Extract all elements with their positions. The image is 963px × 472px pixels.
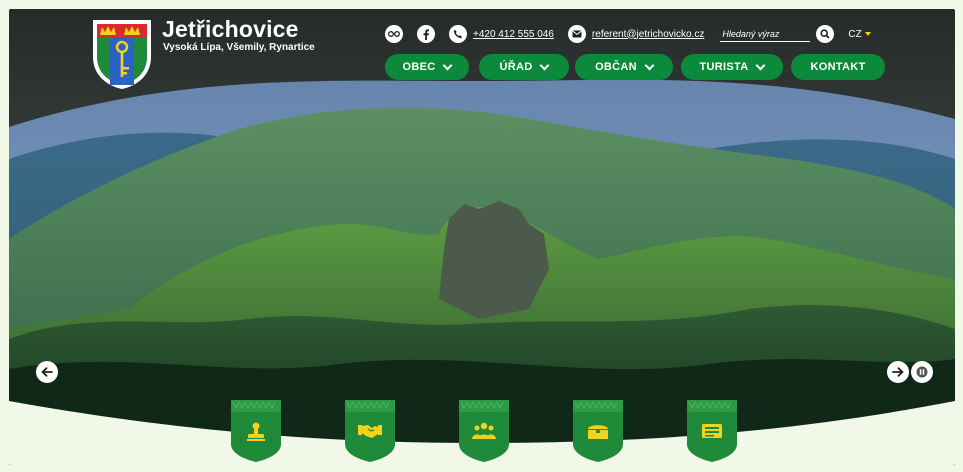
top-utility-bar: +420 412 555 046 referent@jetrichovicko.… xyxy=(385,23,871,45)
main-navigation: OBEC ÚŘAD OBČAN TURISTA KONTAKT xyxy=(385,54,891,80)
slider-next-button[interactable] xyxy=(887,361,909,383)
search-input[interactable] xyxy=(720,26,811,42)
pause-icon xyxy=(916,366,928,378)
handshake-icon xyxy=(358,425,382,438)
chevron-down-icon xyxy=(644,60,655,70)
nav-item-urad[interactable]: ÚŘAD xyxy=(479,54,569,80)
chevron-down-icon xyxy=(756,60,766,70)
quick-link-handshake[interactable] xyxy=(345,400,395,462)
stamp-icon xyxy=(247,422,265,441)
newspaper-icon xyxy=(702,424,722,438)
slider-prev-button[interactable] xyxy=(36,361,58,383)
facebook-icon[interactable] xyxy=(417,25,435,43)
municipal-crest-logo[interactable] xyxy=(90,17,154,89)
slider-pause-button[interactable] xyxy=(911,361,933,383)
arrow-left-icon xyxy=(41,367,53,377)
nav-item-label: TURISTA xyxy=(699,61,749,73)
chevron-down-icon xyxy=(443,60,453,70)
nav-item-obcan[interactable]: OBČAN xyxy=(575,54,673,80)
quick-link-stamp[interactable] xyxy=(231,400,281,462)
language-label: CZ xyxy=(848,28,862,40)
arrow-right-icon xyxy=(892,367,904,377)
quick-link-news[interactable] xyxy=(687,400,737,462)
nav-item-label: KONTAKT xyxy=(810,61,866,73)
phone-icon xyxy=(449,25,467,43)
nav-item-label: ÚŘAD xyxy=(499,61,533,73)
quick-link-people[interactable] xyxy=(459,400,509,462)
site-title[interactable]: Jetřichovice xyxy=(162,16,299,43)
envelope-icon xyxy=(567,25,586,43)
search-icon[interactable] xyxy=(816,25,835,43)
site-header: Jetřichovice Vysoká Lípa, Všemily, Rynar… xyxy=(9,9,955,91)
people-icon xyxy=(472,422,496,439)
hero-slider: Jetřichovice Vysoká Lípa, Všemily, Rynar… xyxy=(9,9,955,465)
nav-item-turista[interactable]: TURISTA xyxy=(681,54,783,80)
nav-item-label: OBEC xyxy=(402,61,436,73)
nav-item-label: OBČAN xyxy=(595,61,637,73)
nav-item-obec[interactable]: OBEC xyxy=(385,54,469,80)
caret-down-icon xyxy=(864,32,871,36)
site-subtitle: Vysoká Lípa, Všemily, Rynartice xyxy=(163,42,315,53)
chevron-down-icon xyxy=(540,60,550,70)
language-switcher[interactable]: CZ xyxy=(848,28,871,40)
quick-link-chest[interactable] xyxy=(573,400,623,462)
glasses-icon[interactable] xyxy=(385,25,403,43)
phone-link[interactable]: +420 412 555 046 xyxy=(473,29,554,40)
chest-icon xyxy=(588,425,608,439)
search-form xyxy=(720,25,835,43)
email-link[interactable]: referent@jetrichovicko.cz xyxy=(592,29,704,40)
nav-item-kontakt[interactable]: KONTAKT xyxy=(791,54,885,80)
